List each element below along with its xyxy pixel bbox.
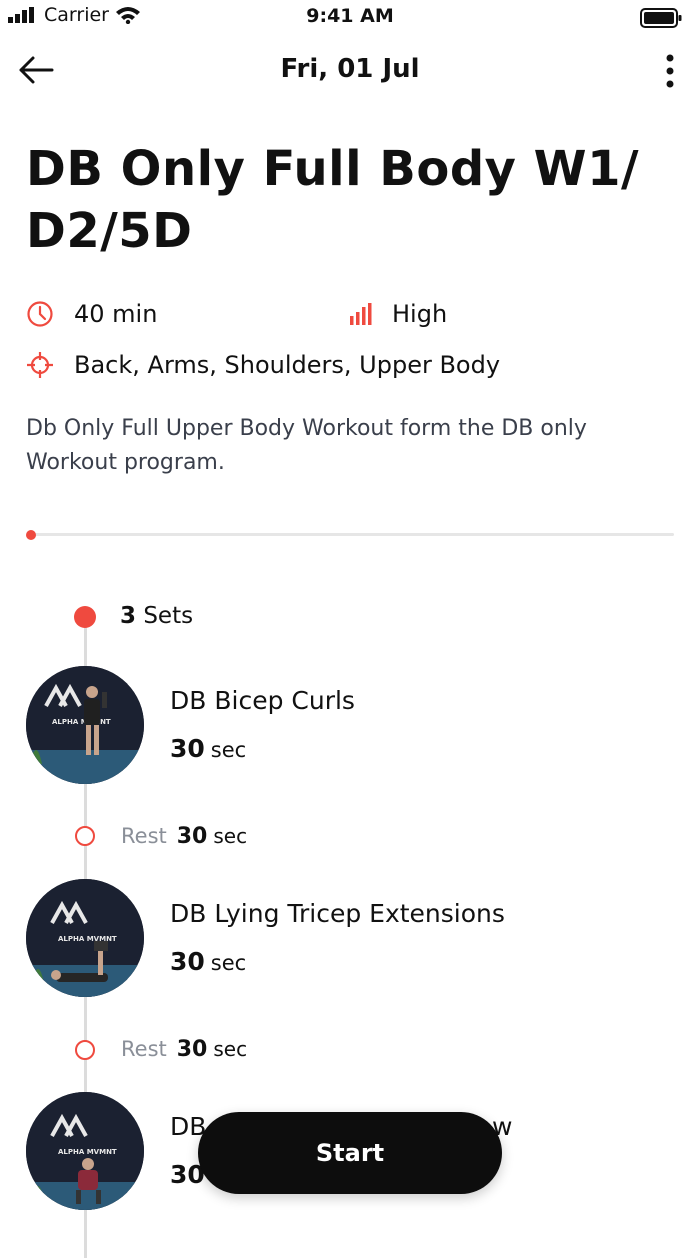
thumb-logo-text: ALPHA MVMNT [52,718,111,726]
workout-title: DB Only Full Body W1/ D2/5D [26,141,640,259]
rest-duration-value: 30 [176,824,208,849]
rest-duration-value: 30 [176,1037,208,1062]
sets-count: 3 [120,603,137,629]
more-options-button[interactable] [652,50,688,94]
intensity-value: High [392,300,448,328]
exercise-duration-value: 30 [170,947,205,976]
exercise-name[interactable]: DB Bicep Curls [170,686,355,715]
status-time: 9:41 AM [306,5,394,27]
exercise-duration-unit: sec [210,738,247,762]
rest-duration-unit: sec [213,1037,248,1061]
exercise-duration: 30 sec [170,947,246,976]
progress-indicator [26,530,36,540]
progress-track [30,533,674,536]
sets-label: 3 Sets [120,603,193,629]
exercise-photo-image: ALPHA MVMNT [26,666,144,784]
exercise-thumbnail[interactable]: ALPHA MVMNT [26,879,144,997]
thumb-logo-text: ALPHA MVMNT [58,935,117,943]
rest-row: Rest 30 sec [121,1037,247,1062]
exercise-duration-value: 30 [170,734,205,763]
exercise-photo-image: ALPHA MVMNT [26,879,144,997]
exercise-thumbnail[interactable]: ALPHA MVMNT [26,666,144,784]
nav-date-title: Fri, 01 Jul [280,54,420,84]
target-icon [27,352,53,378]
clock-icon [27,301,53,327]
rest-duration-unit: sec [213,824,248,848]
rest-label: Rest [121,1037,167,1061]
rest-marker [75,826,95,846]
rest-label: Rest [121,824,167,848]
exercise-thumbnail[interactable]: ALPHA MVMNT [26,1092,144,1210]
exercise-photo-image: ALPHA MVMNT [26,1092,144,1210]
exercise-duration: 30 sec [170,734,246,763]
rest-marker [75,1040,95,1060]
intensity-info: High [348,300,447,328]
more-vertical-icon [666,54,674,88]
status-bar: Carrier 9:41 AM [0,0,700,34]
rest-row: Rest 30 sec [121,824,247,849]
focus-info: Back, Arms, Shoulders, Upper Body [26,351,500,379]
duration-info: 40 min [26,300,157,328]
sets-text: Sets [143,603,194,629]
workout-description: Db Only Full Upper Body Workout form the… [26,416,587,475]
start-button[interactable]: Start [198,1112,502,1194]
intensity-bars-icon [350,303,372,325]
sets-marker [74,606,96,628]
battery-icon [640,8,682,28]
focus-value: Back, Arms, Shoulders, Upper Body [74,351,501,379]
duration-value: 40 min [74,300,158,328]
exercise-name[interactable]: DB Lying Tricep Extensions [170,899,505,928]
exercise-duration-unit: sec [210,951,247,975]
thumb-logo-text: ALPHA MVMNT [58,1148,117,1156]
